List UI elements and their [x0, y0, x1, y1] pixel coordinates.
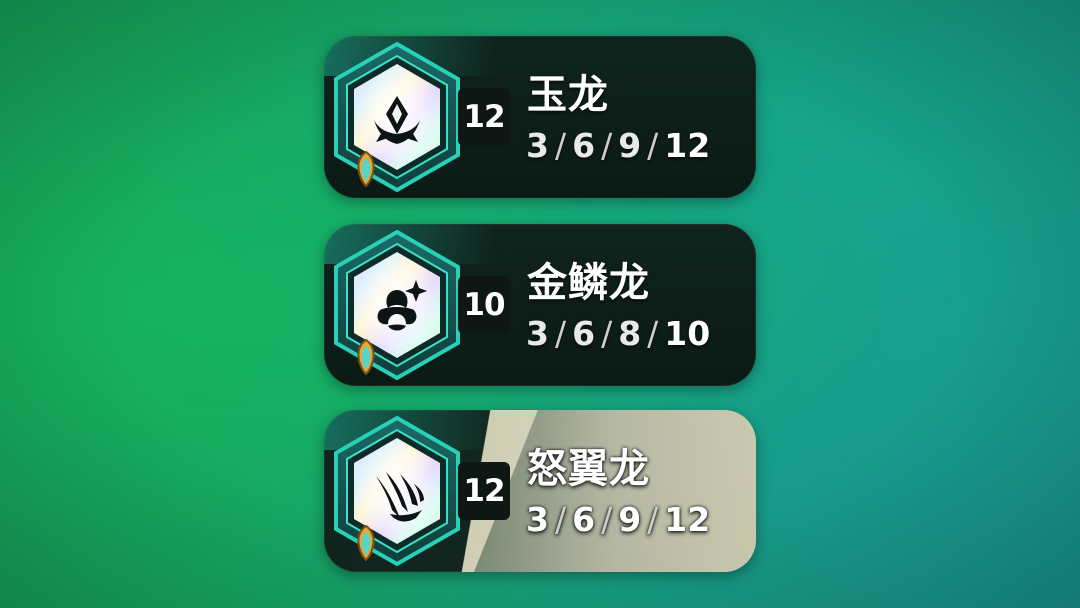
breakpoint-active: 12: [664, 126, 711, 165]
trait-emblem: [330, 228, 464, 382]
breakpoint: 6: [572, 314, 596, 353]
trait-emblem: [330, 40, 464, 194]
trait-breakpoints: 3/6/9/12: [526, 500, 711, 539]
trait-breakpoints: 3/6/8/10: [526, 314, 711, 353]
breakpoint-active: 10: [664, 314, 711, 353]
trait-name: 玉龙: [527, 72, 609, 118]
trait-name: 金鳞龙: [527, 260, 650, 306]
trait-name: 怒翼龙: [527, 446, 650, 492]
trait-card-goldscale-dragon[interactable]: 10 金鳞龙 3/6/8/10: [324, 224, 756, 386]
breakpoint: 3: [526, 500, 549, 539]
trait-card-ragewing-dragon[interactable]: 12 怒翼龙 3/6/9/12: [324, 410, 756, 572]
trait-emblem: [330, 414, 464, 568]
breakpoint: 6: [572, 126, 596, 165]
breakpoint: 6: [572, 500, 596, 539]
breakpoint: 3: [526, 314, 549, 353]
unit-count: 10: [458, 276, 510, 334]
unit-count: 12: [458, 462, 510, 520]
breakpoint: 9: [618, 500, 642, 539]
unit-count: 12: [458, 88, 510, 146]
breakpoint: 3: [526, 126, 549, 165]
trait-breakpoints: 3/6/9/12: [526, 126, 711, 165]
breakpoint: 9: [618, 126, 642, 165]
breakpoint: 8: [618, 314, 642, 353]
breakpoint-active: 12: [664, 500, 711, 539]
trait-card-jade-dragon[interactable]: 12 玉龙 3/6/9/12: [324, 36, 756, 198]
